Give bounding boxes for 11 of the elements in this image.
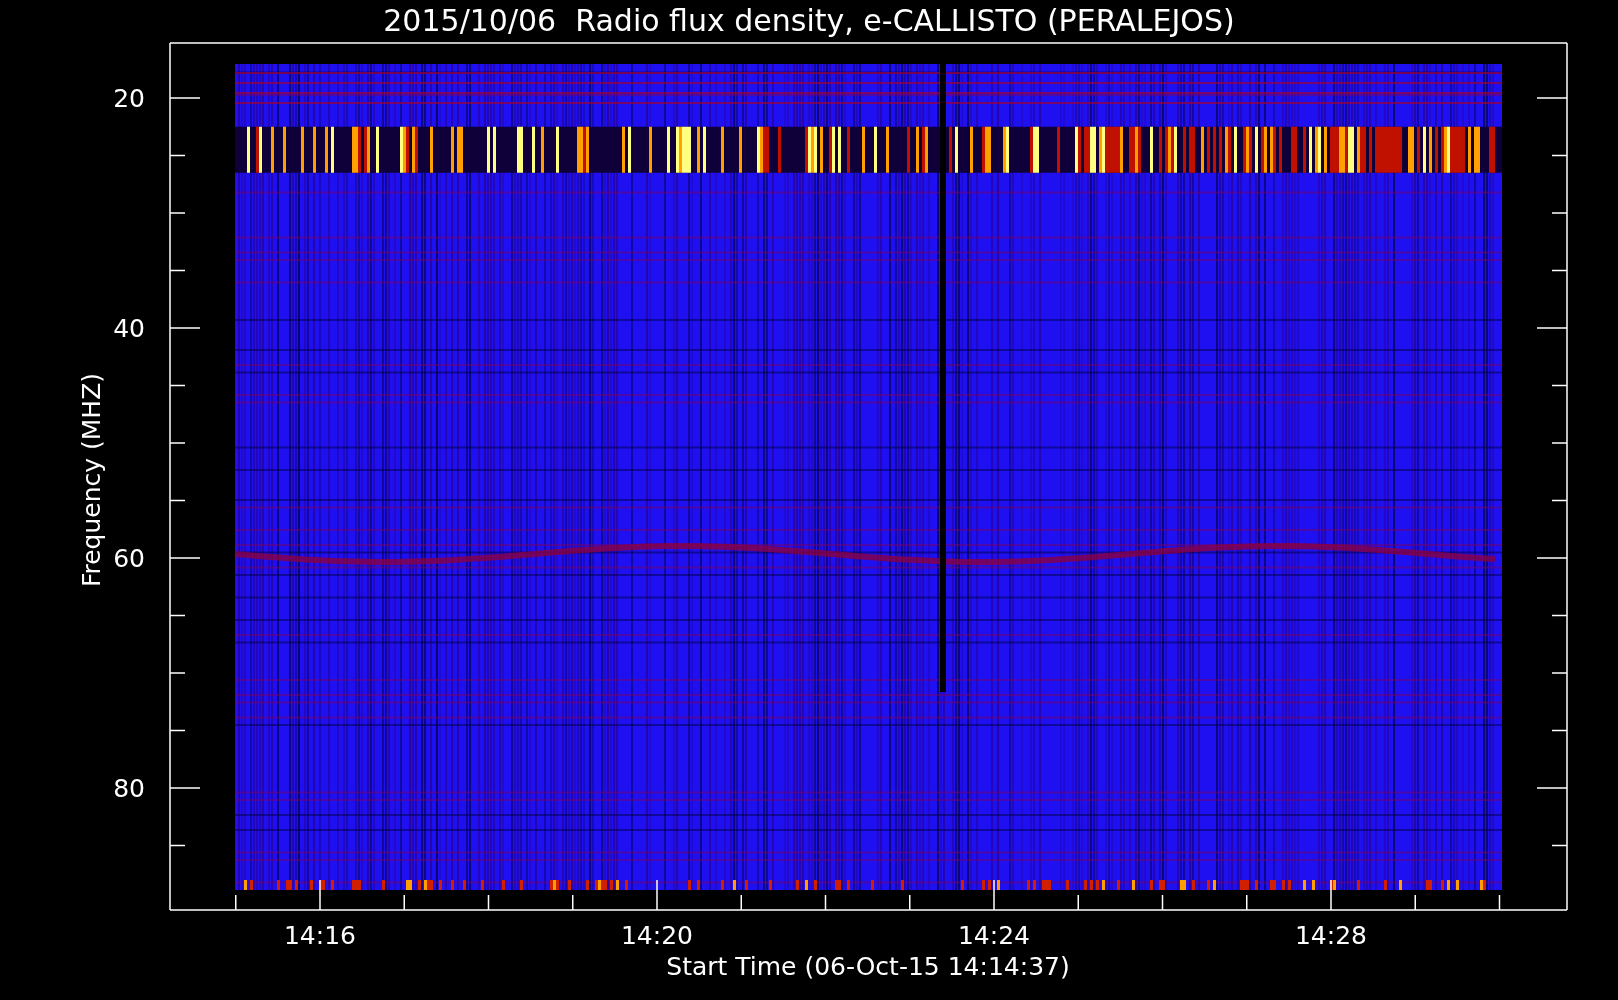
x-axis-label: Start Time (06-Oct-15 14:14:37) bbox=[666, 952, 1070, 981]
x-tick-label: 14:16 bbox=[284, 921, 356, 950]
x-tick-label: 14:28 bbox=[1295, 921, 1367, 950]
x-tick-label: 14:20 bbox=[621, 921, 693, 950]
y-tick-label: 80 bbox=[113, 774, 145, 803]
y-tick-label: 40 bbox=[113, 314, 145, 343]
y-tick-label: 20 bbox=[113, 84, 145, 113]
chart-title: 2015/10/06 Radio flux density, e-CALLISTO (PERALEJOS) bbox=[383, 3, 1235, 38]
x-tick-label: 14:24 bbox=[958, 921, 1030, 950]
y-axis-label: Frequency (MHZ) bbox=[77, 372, 106, 588]
y-tick-label: 60 bbox=[113, 544, 145, 573]
